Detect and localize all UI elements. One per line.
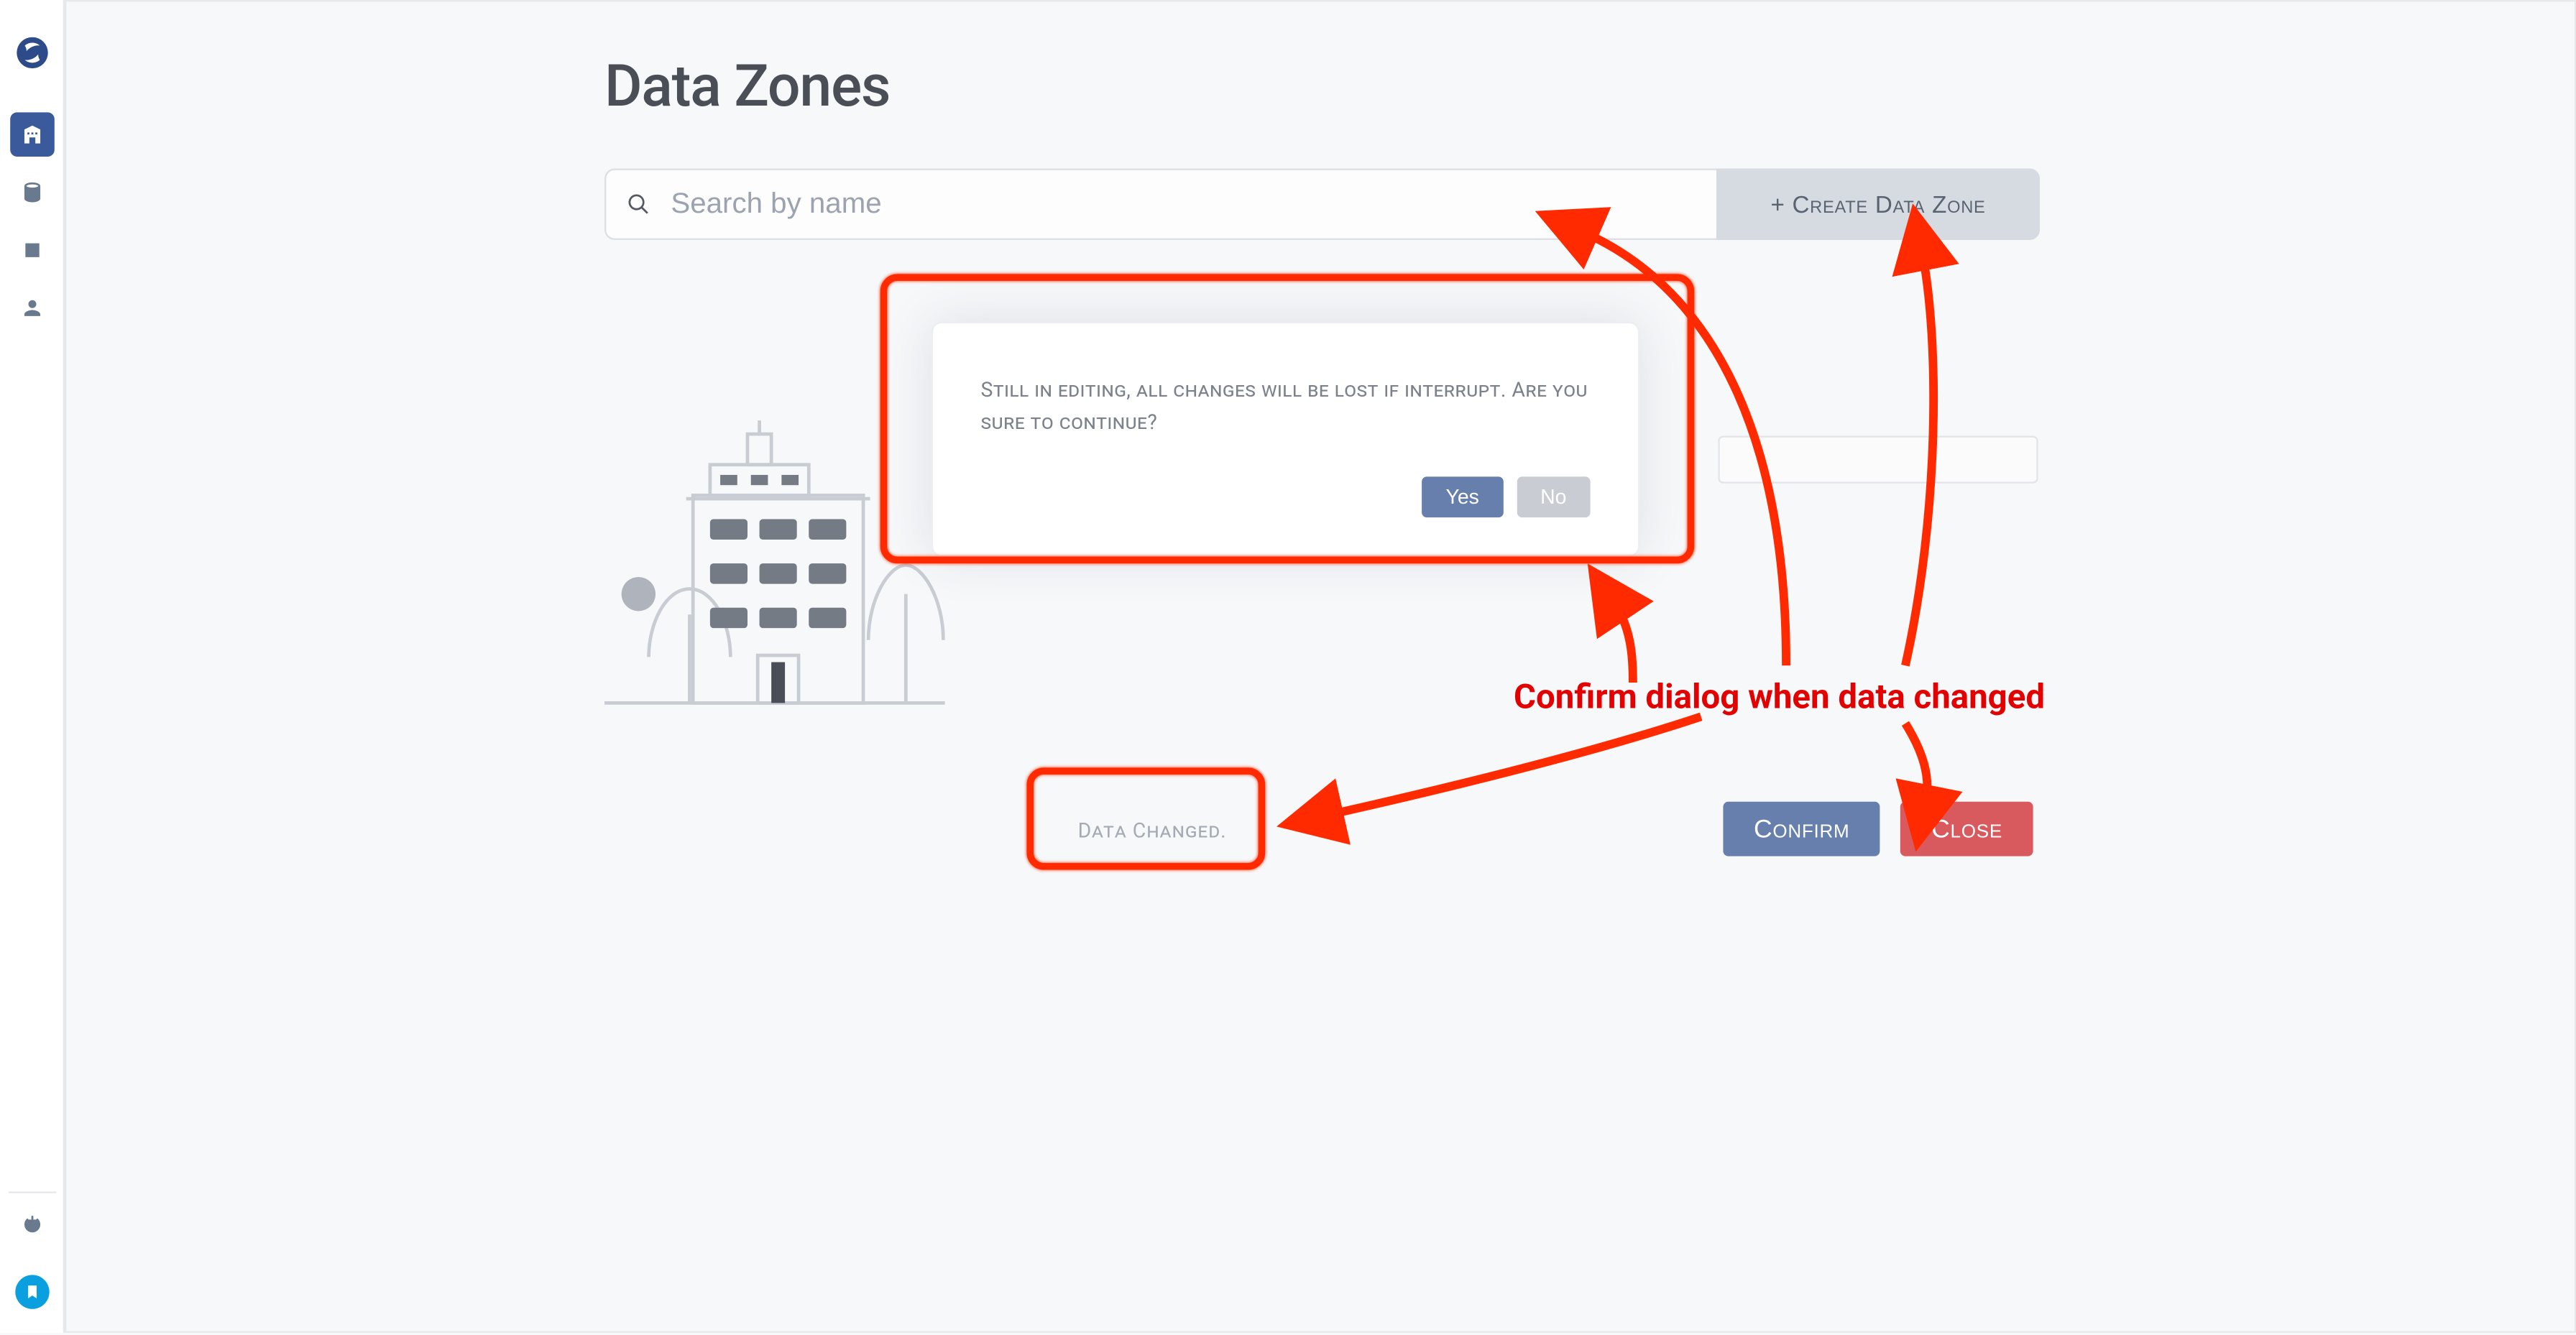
sidebar-item-power[interactable] [9, 1204, 54, 1248]
footer-actions: Confirm Close [1723, 802, 2033, 856]
search-input[interactable] [671, 188, 1696, 221]
annotation-label: Confirm dialog when data changed [1514, 675, 2045, 716]
main: Data Zones + Create Data Zone [65, 0, 2576, 1333]
toolbar: + Create Data Zone [604, 169, 2040, 240]
create-label: + Create Data Zone [1770, 190, 1985, 218]
dialog-no-button[interactable]: No [1517, 477, 1591, 518]
search-icon [627, 193, 650, 216]
sidebar-badge[interactable] [14, 1275, 48, 1308]
dialog-message: Still in editing, all changes will be lo… [981, 374, 1591, 440]
empty-illustration [604, 410, 945, 720]
dialog-yes-button[interactable]: Yes [1422, 477, 1503, 518]
power-icon [19, 1214, 43, 1237]
sidebar-item-external[interactable] [9, 228, 54, 272]
sidebar-item-user[interactable] [9, 286, 54, 331]
form-field-placeholder [1718, 435, 2038, 483]
close-button[interactable]: Close [1901, 802, 2033, 856]
sidebar-item-data-zones[interactable] [9, 112, 54, 157]
database-icon [19, 180, 43, 204]
search-field[interactable] [604, 169, 1716, 240]
confirm-dialog: Still in editing, all changes will be lo… [932, 322, 1640, 558]
app-logo [13, 34, 50, 71]
building-icon [19, 123, 43, 147]
page-title: Data Zones [604, 52, 890, 121]
sidebar [0, 0, 65, 1333]
sidebar-divider [8, 1191, 55, 1193]
create-data-zone-button[interactable]: + Create Data Zone [1716, 169, 2040, 240]
sidebar-item-database[interactable] [9, 170, 54, 215]
external-icon [19, 239, 43, 262]
user-icon [19, 296, 43, 320]
confirm-button[interactable]: Confirm [1723, 802, 1880, 856]
status-text: Data Changed. [1078, 818, 1227, 842]
bookmark-icon [23, 1283, 40, 1301]
